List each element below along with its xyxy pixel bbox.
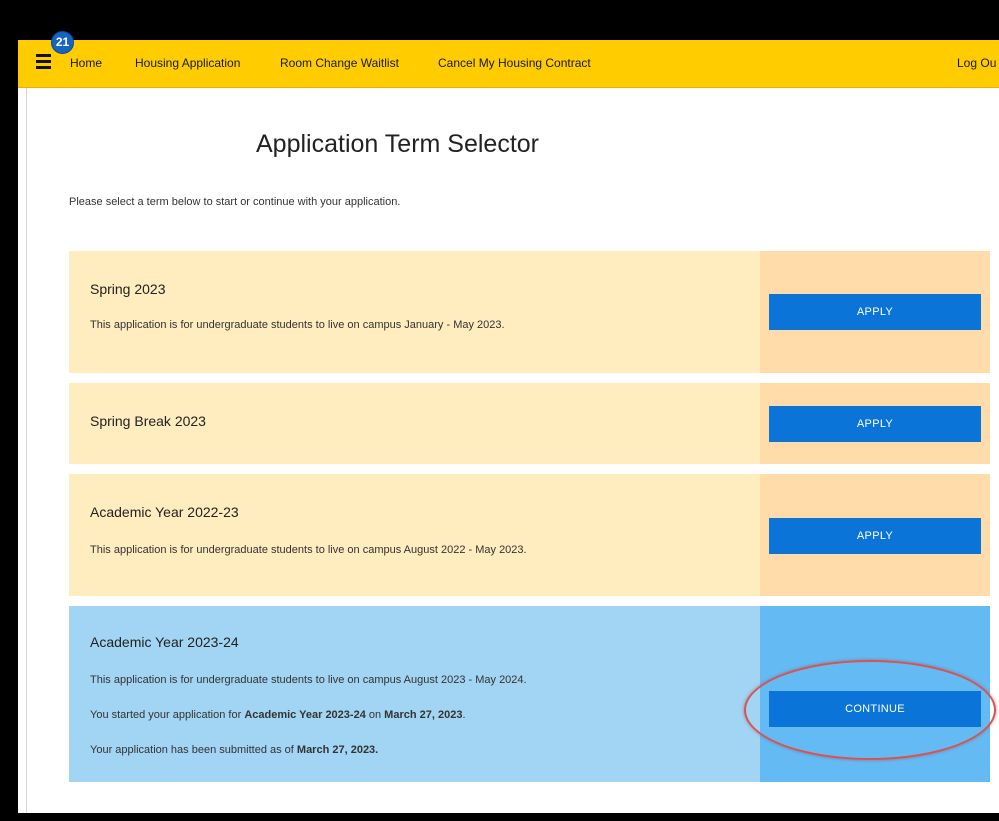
highlight-circle-annotation	[744, 660, 996, 760]
screen-border-left	[0, 40, 18, 821]
term-description: This application is for undergraduate st…	[90, 674, 527, 686]
logout-link[interactable]: Log Ou	[957, 56, 996, 70]
term-description: This application is for undergraduate st…	[90, 319, 505, 331]
term-name: Academic Year 2023-24	[90, 634, 239, 650]
term-card-info	[69, 474, 760, 596]
term-card-academic-year-2022-23: Academic Year 2022-23 This application i…	[69, 474, 990, 596]
term-name: Spring 2023	[90, 281, 166, 297]
nav-link-home[interactable]: Home	[70, 56, 102, 70]
term-name: Academic Year 2022-23	[90, 504, 239, 520]
term-card-info	[69, 251, 760, 373]
top-navbar: 21 Home Housing Application Room Change …	[18, 31, 999, 88]
nav-link-cancel-housing-contract[interactable]: Cancel My Housing Contract	[438, 56, 591, 70]
application-started-status: You started your application for Academi…	[90, 709, 466, 721]
apply-button[interactable]: APPLY	[769, 294, 981, 330]
page-instructions: Please select a term below to start or c…	[69, 196, 401, 208]
term-name: Spring Break 2023	[90, 413, 206, 429]
nav-link-housing-application[interactable]: Housing Application	[135, 56, 240, 70]
apply-button[interactable]: APPLY	[769, 406, 981, 442]
screen-border-bottom	[18, 813, 999, 821]
term-card-spring-break-2023: Spring Break 2023 APPLY	[69, 383, 990, 464]
apply-button[interactable]: APPLY	[769, 518, 981, 554]
notification-badge[interactable]: 21	[51, 31, 74, 54]
page-title: Application Term Selector	[256, 130, 540, 158]
term-description: This application is for undergraduate st…	[90, 544, 527, 556]
screen-border-top	[0, 0, 999, 40]
nav-link-room-change-waitlist[interactable]: Room Change Waitlist	[280, 56, 399, 70]
term-card-spring-2023: Spring 2023 This application is for unde…	[69, 251, 990, 373]
hamburger-menu-icon[interactable]	[36, 54, 52, 70]
application-submitted-status: Your application has been submitted as o…	[90, 744, 379, 756]
content-divider	[26, 86, 27, 813]
